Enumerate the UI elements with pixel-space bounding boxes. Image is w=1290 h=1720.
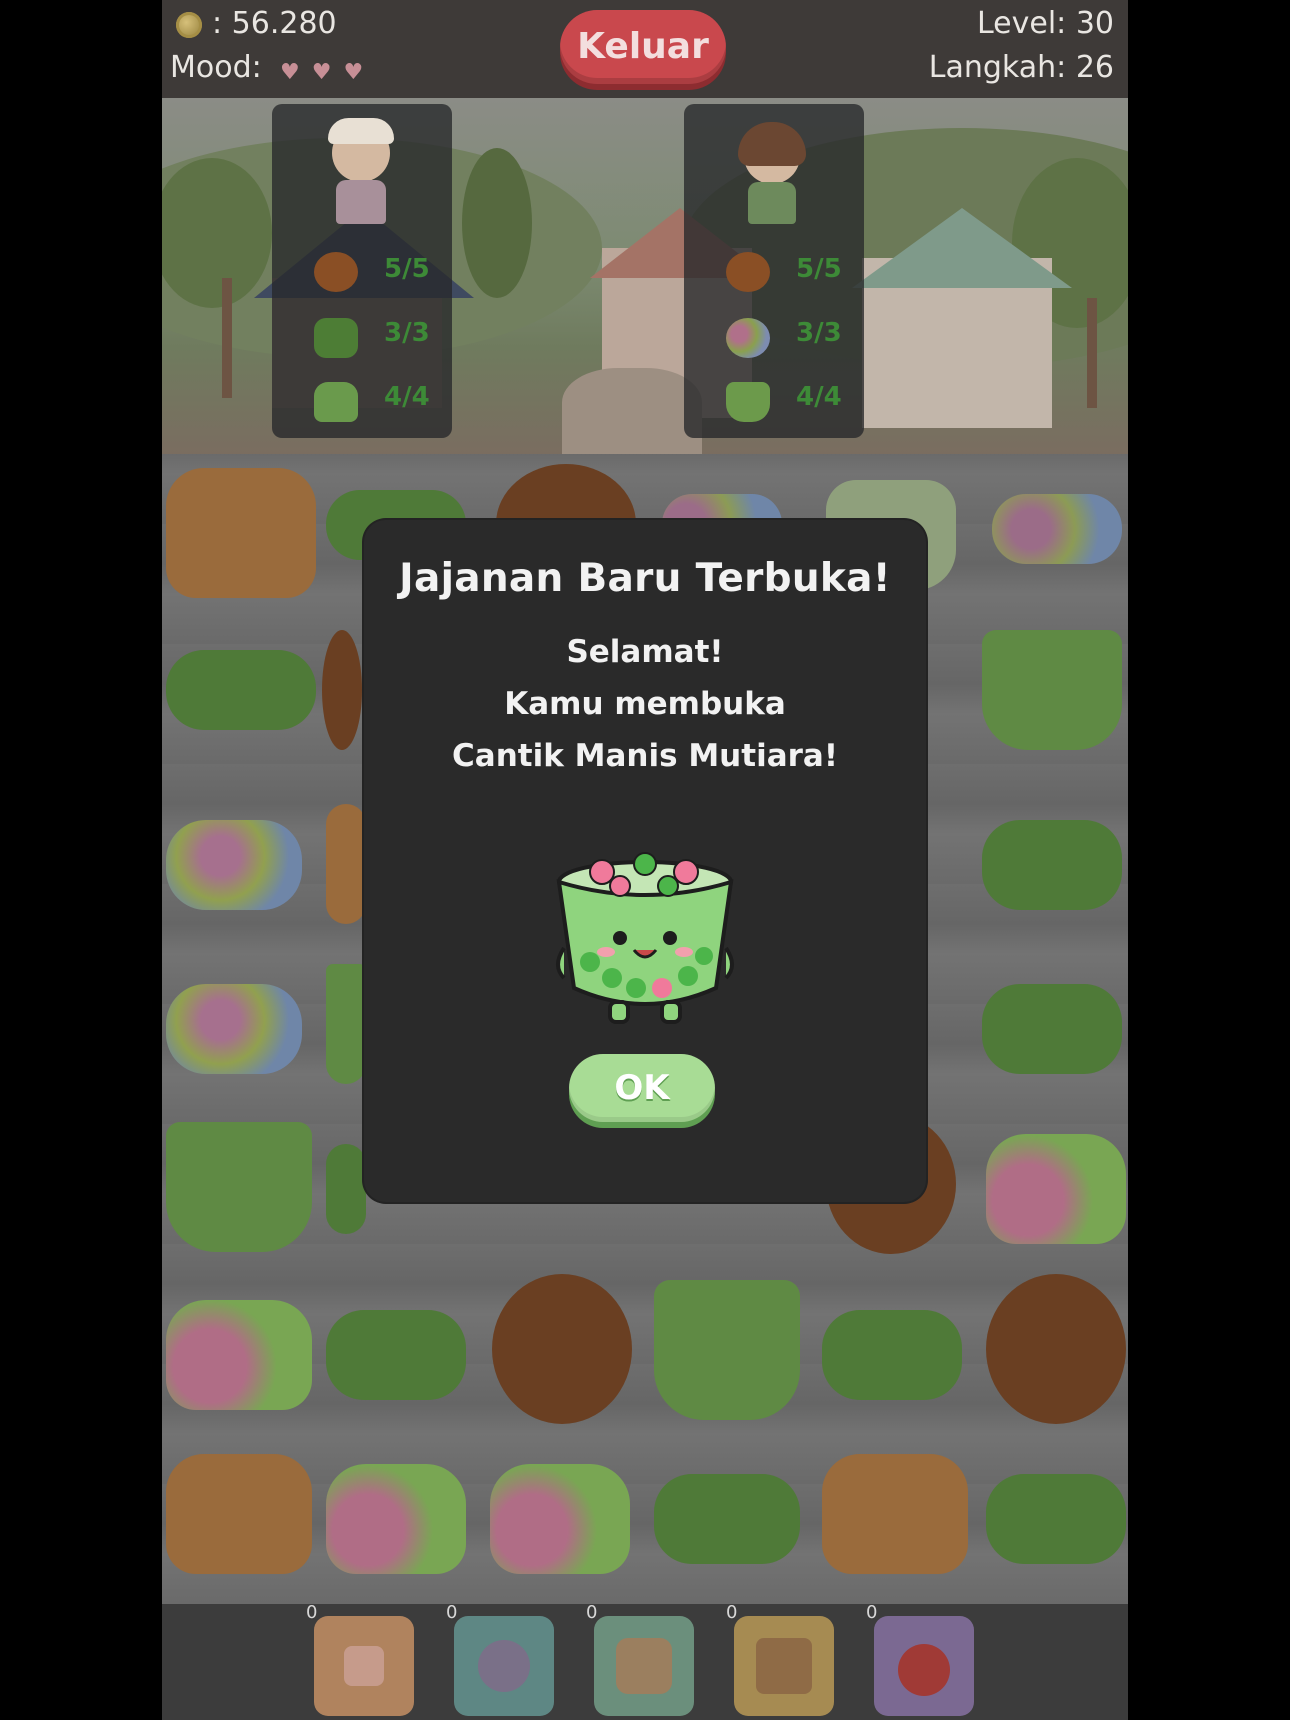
dadar-gulung-tile[interactable] [982, 820, 1122, 910]
booster-count: 0 [866, 1602, 878, 1623]
dialog-title: Jajanan Baru Terbuka! [399, 556, 891, 601]
dialog-line-1: Selamat! [566, 634, 724, 670]
bomb-icon [898, 1644, 950, 1696]
kue-tile[interactable] [166, 468, 316, 598]
dadar-gulung-tile[interactable] [166, 650, 316, 730]
dadar-gulung-tile[interactable] [822, 1310, 962, 1400]
dadar-gulung-tile[interactable] [982, 984, 1122, 1074]
ok-button[interactable]: OK [569, 1054, 715, 1122]
onde-onde-icon [726, 252, 770, 292]
booster-count: 0 [306, 1602, 318, 1623]
bomb-booster[interactable] [874, 1616, 974, 1716]
booster-count: 0 [446, 1602, 458, 1623]
unlock-dialog: Jajanan Baru Terbuka! Selamat! Kamu memb… [364, 520, 926, 1202]
order-count: 3/3 [796, 318, 842, 348]
coin-icon [176, 12, 202, 38]
kue-lapis-tile[interactable] [490, 1464, 630, 1574]
heart-icon: ♥ [343, 60, 364, 85]
pandan-cup-tile[interactable] [166, 1122, 312, 1252]
order-card-girl: 5/5 3/3 4/4 [684, 104, 864, 438]
heart-icon: ♥ [311, 60, 332, 85]
order-count: 4/4 [796, 382, 842, 412]
cenil-skewer-icon [726, 318, 770, 358]
dadar-gulung-icon [314, 318, 358, 358]
onde-onde-tile[interactable] [492, 1274, 632, 1424]
dadar-gulung-tile[interactable] [326, 1144, 366, 1234]
dadar-gulung-tile[interactable] [986, 1474, 1126, 1564]
booster-count: 0 [726, 1602, 738, 1623]
hand-pick-icon [344, 1646, 384, 1686]
order-count: 4/4 [384, 382, 430, 412]
top-hud: : 56.280 Mood: ♥ ♥ ♥ Keluar Level: 30 Lang… [162, 0, 1128, 98]
order-count: 5/5 [796, 254, 842, 284]
pandan-cup-icon [726, 382, 770, 422]
exit-button[interactable]: Keluar [560, 10, 726, 84]
heart-icon: ♥ [280, 60, 300, 85]
mood-label: Mood: [170, 50, 262, 85]
cenil-tile[interactable] [166, 820, 302, 910]
cenil-tile[interactable] [992, 494, 1122, 564]
cantik-manis-mutiara-icon [550, 838, 740, 1028]
kue-lapis-tile[interactable] [166, 1300, 312, 1410]
dialog-line-2: Kamu membuka [504, 686, 786, 722]
mood-hearts: ♥ ♥ ♥ [268, 52, 363, 87]
kue-lapis-tile[interactable] [986, 1134, 1126, 1244]
onde-onde-icon [314, 252, 358, 292]
putu-ayu-icon [314, 382, 358, 422]
steps-label: Langkah: 26 [928, 50, 1114, 85]
spoon-icon [478, 1640, 530, 1692]
onde-onde-tile[interactable] [322, 630, 362, 750]
pandan-cup-tile[interactable] [326, 964, 366, 1084]
shuffle-cakes-icon [756, 1638, 812, 1694]
level-label: Level: 30 [976, 6, 1114, 41]
booster-count: 0 [586, 1602, 598, 1623]
pandan-cup-tile[interactable] [982, 630, 1122, 750]
order-count: 3/3 [384, 318, 430, 348]
order-count: 5/5 [384, 254, 430, 284]
shuffle-booster[interactable] [734, 1616, 834, 1716]
booster-bar: 0 0 0 0 0 [162, 1602, 1128, 1720]
onde-onde-tile[interactable] [986, 1274, 1126, 1424]
kue-tile[interactable] [822, 1454, 968, 1574]
coin-count: : 56.280 [212, 6, 337, 41]
pandan-cup-tile[interactable] [654, 1280, 800, 1420]
dadar-gulung-tile[interactable] [654, 1474, 800, 1564]
triple-swipe-booster[interactable] [594, 1616, 694, 1716]
kue-tile[interactable] [326, 804, 366, 924]
kue-tile[interactable] [166, 1454, 312, 1574]
spoon-booster[interactable] [454, 1616, 554, 1716]
cenil-tile[interactable] [166, 984, 302, 1074]
order-card-grandfather: 5/5 3/3 4/4 [272, 104, 452, 438]
dadar-gulung-tile[interactable] [326, 1310, 466, 1400]
triple-swipe-icon [616, 1638, 672, 1694]
dialog-line-3: Cantik Manis Mutiara! [452, 738, 838, 774]
hand-pick-booster[interactable] [314, 1616, 414, 1716]
kue-lapis-tile[interactable] [326, 1464, 466, 1574]
